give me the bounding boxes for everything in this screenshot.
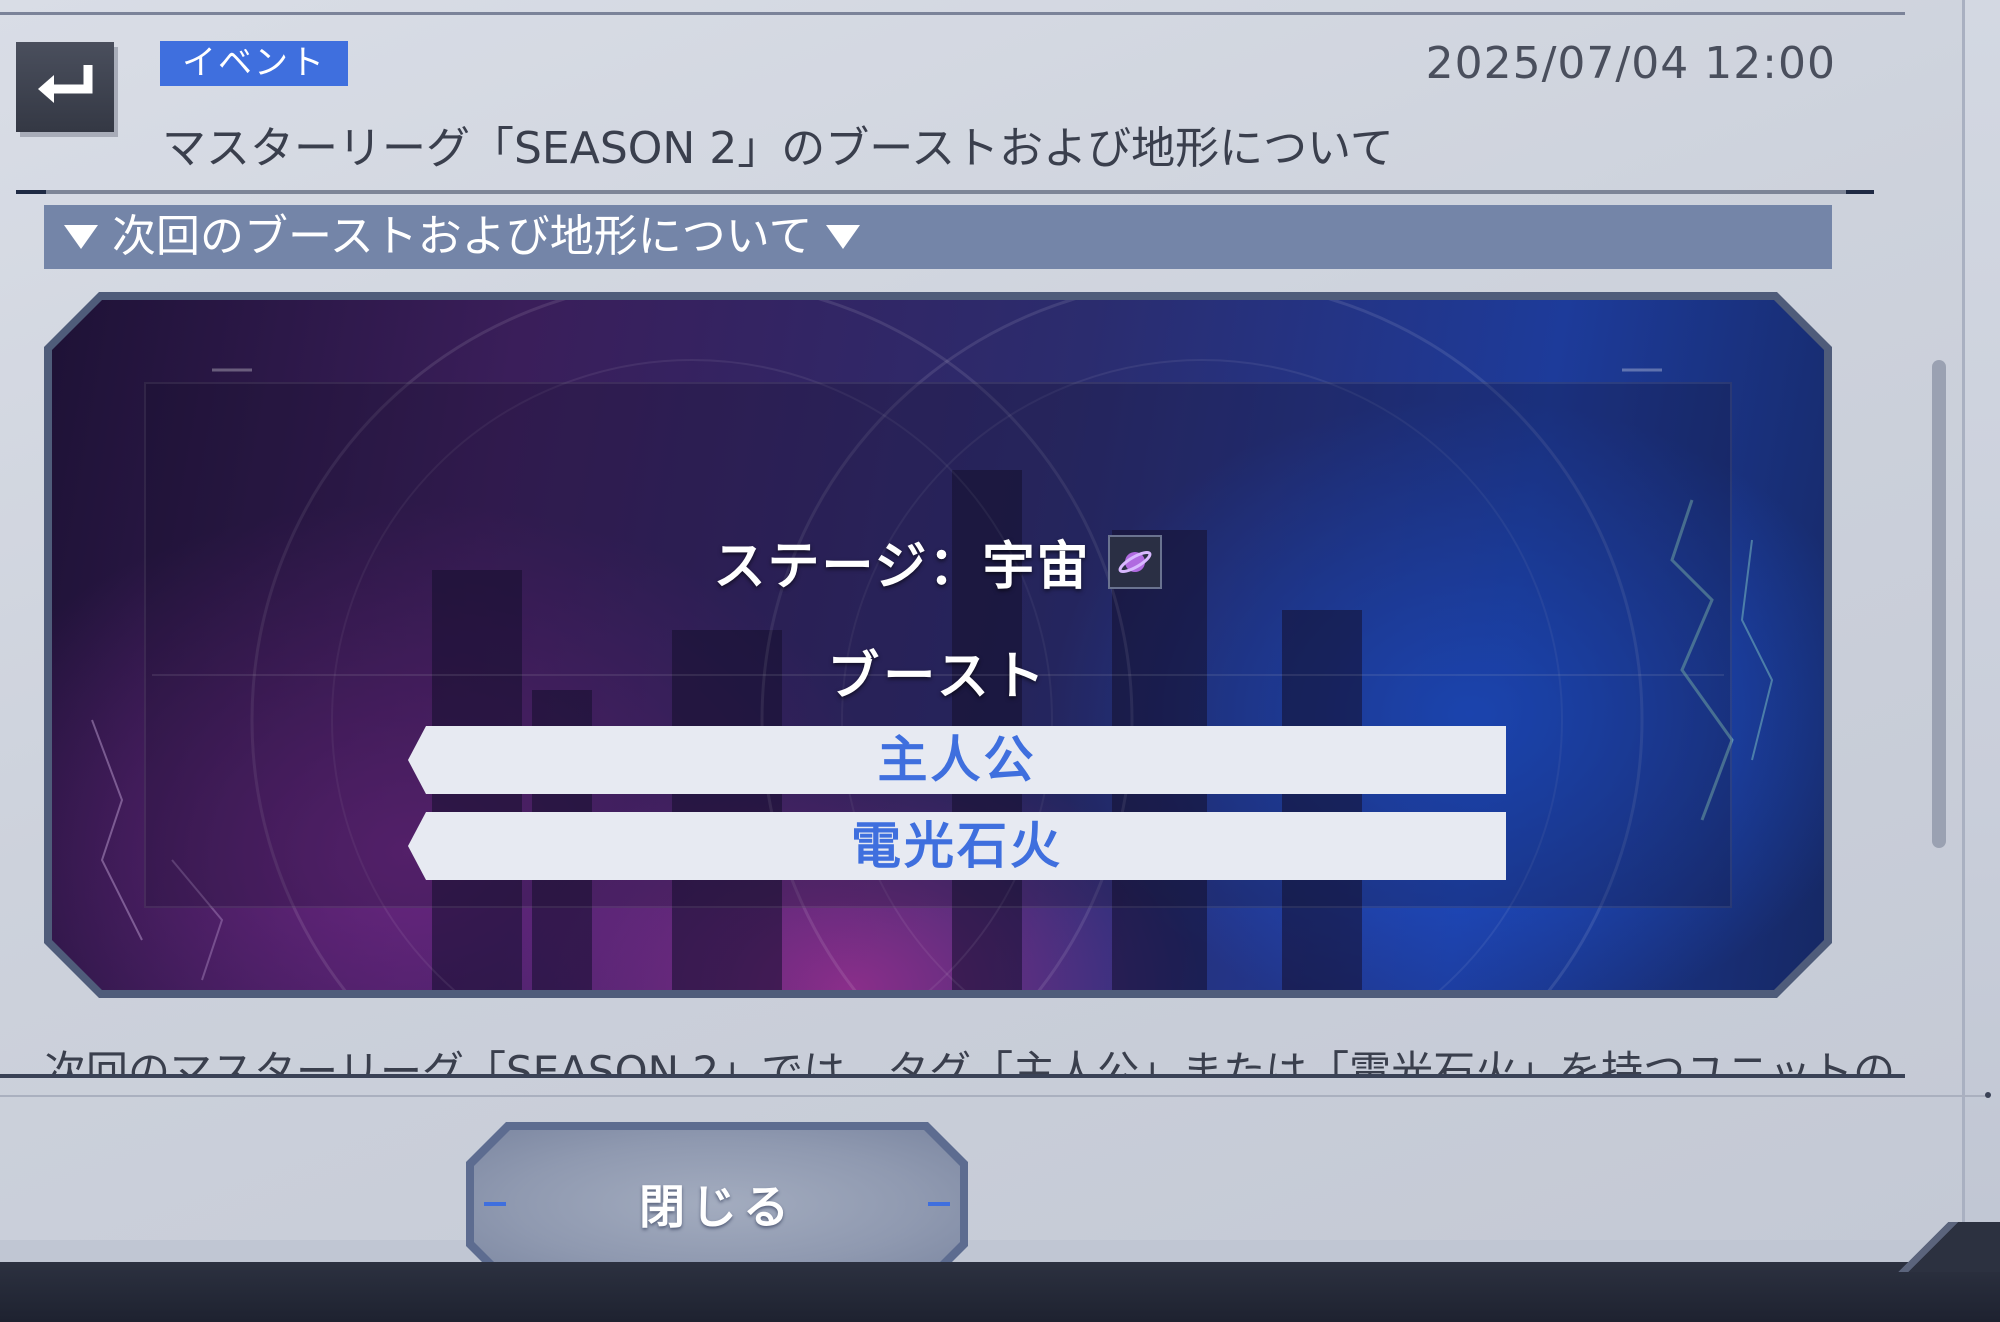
boost-tag: 電光石火	[408, 812, 1506, 880]
scrollbar[interactable]	[1932, 360, 1946, 848]
close-button-tick	[928, 1202, 950, 1206]
content-bottom-divider	[0, 1074, 1905, 1078]
section-header: 次回のブーストおよび地形について	[44, 205, 1832, 269]
footer-divider	[0, 1095, 1990, 1097]
scroll-content[interactable]: 次回のブーストおよび地形について ステージ：宇宙 ブースト 主人公 電光石火 次…	[0, 200, 1905, 1074]
body-text: 次回のマスターリーグ「SEASON 2」では、タグ「主人公」または「電光石火」を…	[44, 1047, 1896, 1074]
triangle-down-icon	[64, 225, 98, 249]
footer-dot	[1985, 1092, 1991, 1098]
close-button-tick	[484, 1202, 506, 1206]
stage-text: ステージ：宇宙	[713, 537, 1091, 597]
boost-tag: 主人公	[408, 726, 1506, 794]
close-label: 閉じる	[639, 1180, 795, 1234]
bottom-bar	[0, 1262, 2000, 1322]
return-arrow-icon	[38, 65, 93, 103]
triangle-down-icon	[826, 225, 861, 249]
notice-panel: イベント 2025/07/04 12:00 マスターリーグ「SEASON 2」の…	[0, 0, 1965, 1240]
post-title: マスターリーグ「SEASON 2」のブーストおよび地形について	[162, 123, 1394, 174]
close-button-face: 閉じる	[474, 1130, 960, 1278]
back-button[interactable]	[16, 42, 114, 132]
boost-banner: ステージ：宇宙 ブースト 主人公 電光石火	[44, 292, 1832, 998]
corner-decoration	[1880, 1222, 2000, 1272]
top-divider	[0, 12, 1905, 15]
post-date: 2025/07/04 12:00	[1425, 38, 1836, 89]
section-heading: 次回のブーストおよび地形について	[112, 211, 813, 262]
title-divider	[16, 190, 1874, 194]
stage-label: ステージ：宇宙	[44, 524, 1832, 599]
planet-icon	[1108, 534, 1163, 589]
category-badge: イベント	[160, 41, 348, 86]
boost-label: ブースト	[827, 647, 1049, 707]
